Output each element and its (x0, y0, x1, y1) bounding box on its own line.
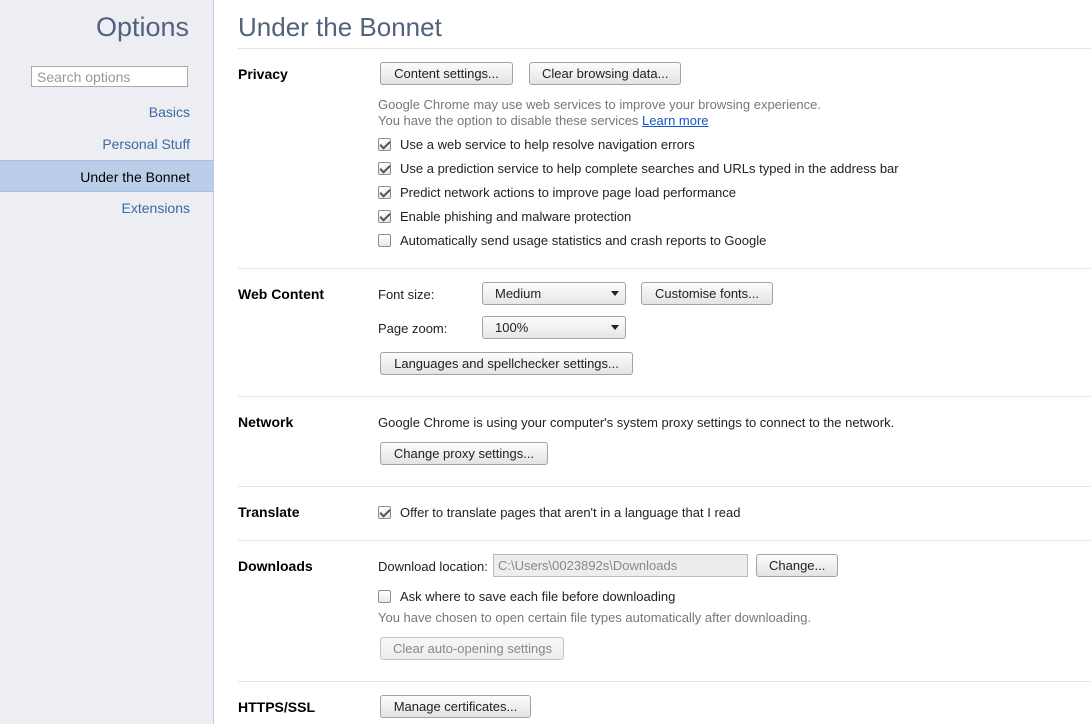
checkbox-ask-save-location[interactable] (378, 589, 391, 603)
checkbox-navigation-errors[interactable] (378, 137, 391, 151)
privacy-option-navigation-errors[interactable]: Use a web service to help resolve naviga… (378, 135, 695, 153)
sidebar: Options Basics Personal Stuff Under the … (0, 0, 214, 724)
search-options-input[interactable] (31, 66, 188, 87)
checkbox-label: Use a web service to help resolve naviga… (400, 136, 695, 152)
sidebar-item-personal-stuff[interactable]: Personal Stuff (0, 128, 214, 160)
divider (238, 268, 1091, 269)
change-proxy-settings-button[interactable]: Change proxy settings... (380, 442, 548, 465)
privacy-option-prediction-service[interactable]: Use a prediction service to help complet… (378, 159, 899, 177)
clear-auto-opening-button[interactable]: Clear auto-opening settings (380, 637, 564, 660)
translate-offer-option[interactable]: Offer to translate pages that aren't in … (378, 503, 740, 521)
checkbox-usage-statistics[interactable] (378, 233, 391, 247)
network-description: Google Chrome is using your computer's s… (378, 415, 895, 430)
page-zoom-value: 100% (495, 320, 529, 335)
section-title-downloads: Downloads (238, 558, 313, 574)
checkbox-prediction-service[interactable] (378, 161, 391, 175)
main-content: Under the Bonnet Privacy Content setting… (214, 0, 1091, 724)
divider (238, 540, 1091, 541)
checkbox-label: Enable phishing and malware protection (400, 208, 632, 224)
font-size-value: Medium (495, 286, 542, 301)
sidebar-title: Options (95, 12, 189, 42)
privacy-option-predict-network[interactable]: Predict network actions to improve page … (378, 183, 736, 201)
manage-certificates-button[interactable]: Manage certificates... (380, 695, 531, 718)
divider (238, 486, 1091, 487)
auto-open-note: You have chosen to open certain file typ… (378, 610, 812, 625)
divider (238, 396, 1091, 397)
change-download-location-button[interactable]: Change... (756, 554, 838, 577)
divider (238, 48, 1091, 49)
languages-spellchecker-button[interactable]: Languages and spellchecker settings... (380, 352, 633, 375)
page-zoom-label: Page zoom: (378, 321, 448, 336)
content-settings-button[interactable]: Content settings... (380, 62, 513, 85)
sidebar-item-extensions[interactable]: Extensions (0, 192, 214, 224)
section-title-translate: Translate (238, 504, 300, 520)
privacy-note-line2: You have the option to disable these ser… (378, 113, 709, 128)
page-title: Under the Bonnet (238, 12, 442, 42)
chevron-down-icon (611, 325, 619, 330)
privacy-option-usage-statistics[interactable]: Automatically send usage statistics and … (378, 231, 766, 249)
learn-more-link[interactable]: Learn more (642, 113, 708, 128)
privacy-note-line1: Google Chrome may use web services to im… (378, 97, 821, 112)
checkbox-label: Ask where to save each file before downl… (400, 588, 676, 604)
sidebar-item-basics[interactable]: Basics (0, 96, 214, 128)
customise-fonts-button[interactable]: Customise fonts... (641, 282, 773, 305)
chevron-down-icon (611, 291, 619, 296)
checkbox-label: Predict network actions to improve page … (400, 184, 737, 200)
checkbox-phishing-protection[interactable] (378, 209, 391, 223)
download-location-label: Download location: (378, 559, 488, 574)
section-title-https-ssl: HTTPS/SSL (238, 699, 316, 715)
privacy-note-text: You have the option to disable these ser… (378, 113, 639, 128)
checkbox-label: Offer to translate pages that aren't in … (400, 504, 741, 520)
download-location-field: C:\Users\0023892s\Downloads (493, 554, 748, 577)
checkbox-offer-translate[interactable] (378, 505, 391, 519)
font-size-label: Font size: (378, 287, 435, 302)
font-size-select[interactable]: Medium (482, 282, 626, 305)
divider (238, 681, 1091, 682)
checkbox-predict-network[interactable] (378, 185, 391, 199)
ask-save-location-option[interactable]: Ask where to save each file before downl… (378, 587, 675, 605)
sidebar-item-under-the-bonnet[interactable]: Under the Bonnet (0, 160, 214, 192)
checkbox-label: Use a prediction service to help complet… (400, 160, 899, 176)
section-title-network: Network (238, 414, 294, 430)
clear-browsing-data-button[interactable]: Clear browsing data... (529, 62, 681, 85)
section-title-privacy: Privacy (238, 66, 288, 82)
checkbox-label: Automatically send usage statistics and … (400, 232, 767, 248)
privacy-option-phishing-protection[interactable]: Enable phishing and malware protection (378, 207, 631, 225)
section-title-web-content: Web Content (238, 286, 325, 302)
page-zoom-select[interactable]: 100% (482, 316, 626, 339)
